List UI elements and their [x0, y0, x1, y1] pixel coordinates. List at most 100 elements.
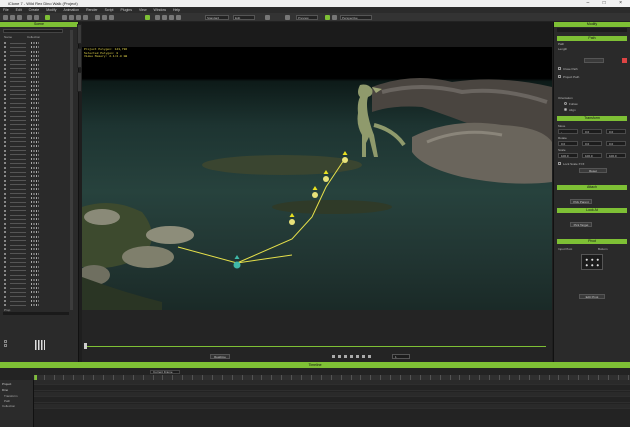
close-button[interactable]: ×: [619, 0, 628, 6]
preview-scrubber[interactable]: [84, 343, 87, 349]
track-transform[interactable]: Transform: [4, 394, 18, 398]
visibility-checkbox[interactable]: [4, 295, 6, 298]
visibility-checkbox[interactable]: [4, 93, 6, 96]
edit-pivot-button[interactable]: Edit Pivot: [579, 294, 605, 299]
visibility-checkbox[interactable]: [4, 205, 6, 208]
visibility-checkbox[interactable]: [4, 300, 6, 302]
project-path-checkbox[interactable]: [558, 75, 561, 78]
view-icon[interactable]: [265, 15, 270, 20]
prop-selected-row[interactable]: [3, 312, 69, 315]
close-path-checkbox[interactable]: [558, 67, 561, 70]
visibility-checkbox[interactable]: [4, 188, 6, 191]
visibility-checkbox[interactable]: [4, 218, 6, 221]
undo-icon[interactable]: [27, 15, 32, 20]
window-controls[interactable]: – □ ×: [586, 0, 628, 7]
visibility-checkbox[interactable]: [4, 209, 6, 212]
visibility-checkbox[interactable]: [4, 102, 6, 105]
preview-icon[interactable]: [145, 15, 150, 20]
gizmo-icon[interactable]: [332, 15, 337, 20]
visibility-checkbox[interactable]: [4, 175, 6, 178]
preview-dropdown[interactable]: Preview: [296, 15, 318, 20]
visibility-checkbox[interactable]: [4, 196, 6, 199]
light-icon[interactable]: [109, 15, 114, 20]
track-project[interactable]: Project: [2, 382, 11, 386]
first-frame-icon[interactable]: [344, 355, 347, 358]
visibility-checkbox[interactable]: [4, 149, 6, 152]
render-icon[interactable]: [176, 15, 181, 20]
visibility-checkbox[interactable]: [4, 72, 6, 75]
visibility-checkbox[interactable]: [4, 123, 6, 126]
visibility-checkbox[interactable]: [4, 80, 6, 83]
visibility-checkbox[interactable]: [4, 140, 6, 143]
visibility-checkbox[interactable]: [4, 282, 6, 285]
open-icon[interactable]: [10, 15, 15, 20]
mode-dropdown[interactable]: Standard: [205, 15, 229, 20]
stop-icon[interactable]: [338, 355, 341, 358]
camera-switch-icon[interactable]: [285, 15, 290, 20]
visibility-checkbox[interactable]: [4, 304, 6, 307]
scale-icon[interactable]: [83, 15, 88, 20]
scene-search-input[interactable]: [3, 29, 63, 33]
section-look-at[interactable]: Look At: [557, 208, 627, 213]
play-icon[interactable]: [332, 355, 335, 358]
visibility-checkbox[interactable]: [4, 67, 6, 70]
3d-viewport[interactable]: Project Polygon: 143,796 Selected Polygo…: [82, 47, 552, 310]
pivot-value[interactable]: Bottom: [598, 247, 608, 251]
visibility-checkbox[interactable]: [4, 136, 6, 139]
timeline-track-row[interactable]: [34, 398, 630, 403]
option-checkbox-2[interactable]: [4, 344, 7, 347]
visibility-checkbox[interactable]: [4, 106, 6, 109]
loop-icon[interactable]: [368, 355, 371, 358]
path-color-swatch[interactable]: [622, 58, 627, 63]
visibility-checkbox[interactable]: [4, 235, 6, 238]
prev-frame-icon[interactable]: [350, 355, 353, 358]
snap-icon[interactable]: [95, 15, 100, 20]
lock-scale-checkbox[interactable]: [558, 162, 561, 165]
visibility-checkbox[interactable]: [4, 46, 6, 49]
move-y-field[interactable]: 0.0: [582, 129, 602, 134]
visibility-checkbox[interactable]: [4, 110, 6, 113]
pick-parent-button[interactable]: Pick Parent: [570, 199, 592, 204]
edit-dropdown[interactable]: Edit: [233, 15, 255, 20]
preview-timeline-track[interactable]: [86, 346, 546, 347]
timeline-track-row[interactable]: [34, 380, 630, 385]
visibility-checkbox[interactable]: [4, 97, 6, 100]
visibility-checkbox[interactable]: [4, 179, 6, 182]
visibility-checkbox[interactable]: [4, 50, 6, 53]
timeline-track-row[interactable]: [34, 392, 630, 397]
visibility-checkbox[interactable]: [4, 132, 6, 135]
visibility-checkbox[interactable]: [4, 252, 6, 255]
visibility-checkbox[interactable]: [4, 201, 6, 204]
pivot-grid-small[interactable]: [35, 340, 45, 350]
scale-y-field[interactable]: 100.0: [582, 153, 602, 158]
rotate-icon[interactable]: [76, 15, 81, 20]
edit-path-button[interactable]: [584, 58, 604, 63]
last-frame-icon[interactable]: [362, 355, 365, 358]
visibility-checkbox[interactable]: [4, 145, 6, 148]
visibility-checkbox[interactable]: [4, 214, 6, 216]
visibility-checkbox[interactable]: [4, 119, 6, 122]
visibility-checkbox[interactable]: [4, 274, 6, 277]
undo-green-icon[interactable]: [45, 15, 50, 20]
visibility-checkbox[interactable]: [4, 291, 6, 294]
visibility-checkbox[interactable]: [4, 239, 6, 242]
visibility-checkbox[interactable]: [4, 162, 6, 165]
realtime-dropdown[interactable]: Realtime: [210, 354, 230, 359]
align-radio[interactable]: [564, 108, 567, 111]
visibility-checkbox[interactable]: [4, 226, 6, 229]
visibility-checkbox[interactable]: [4, 115, 6, 118]
visibility-checkbox[interactable]: [4, 76, 6, 79]
section-attach[interactable]: Attach: [557, 185, 627, 190]
visibility-checkbox[interactable]: [4, 166, 6, 169]
visibility-checkbox[interactable]: [4, 231, 6, 234]
visibility-checkbox[interactable]: [4, 171, 6, 173]
pivot-position-grid[interactable]: [581, 254, 603, 270]
visibility-checkbox[interactable]: [4, 278, 6, 281]
rotate-z-field[interactable]: 0.0: [606, 141, 626, 146]
visibility-checkbox[interactable]: [4, 42, 6, 44]
wireframe-icon[interactable]: [162, 15, 167, 20]
visibility-checkbox[interactable]: [4, 248, 6, 251]
maximize-button[interactable]: □: [603, 0, 612, 6]
rotate-x-field[interactable]: 0.0: [558, 141, 578, 146]
section-transform[interactable]: Transform: [557, 116, 627, 121]
